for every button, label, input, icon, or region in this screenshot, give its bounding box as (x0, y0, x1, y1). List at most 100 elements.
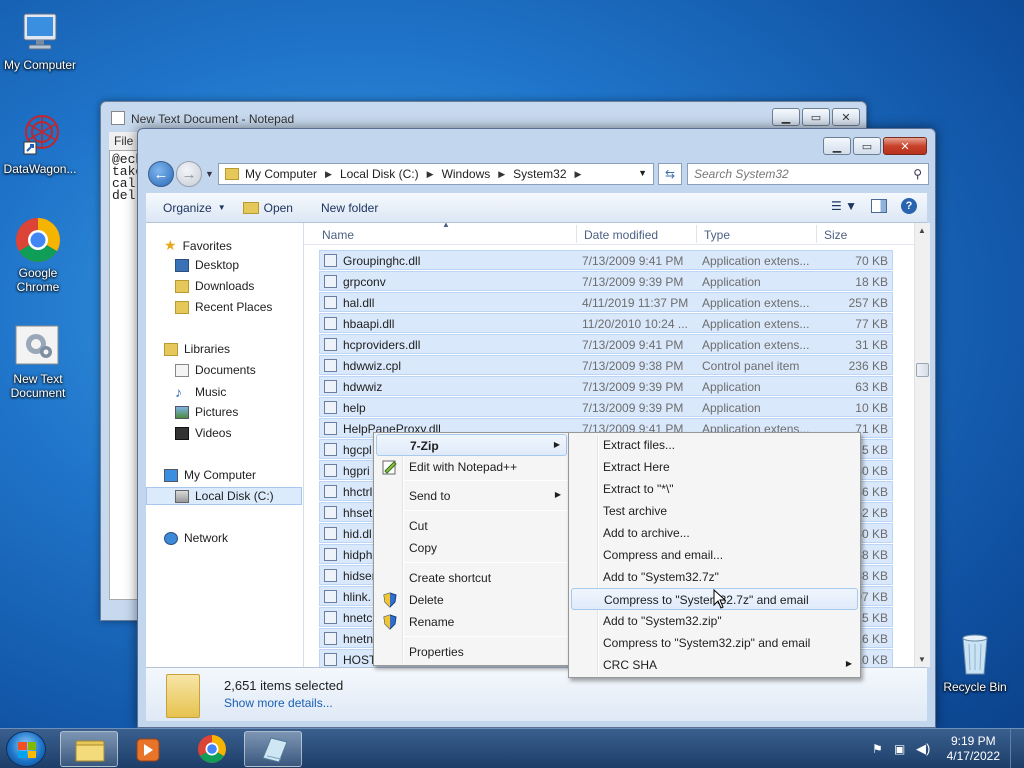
chevron-right-icon[interactable]: ▶ (427, 169, 434, 180)
file-icon (324, 506, 337, 519)
nav-downloads[interactable]: Downloads (175, 279, 254, 293)
table-row[interactable]: hdwwiz 7/13/2009 9:39 PM Application 63 KB (319, 376, 893, 396)
taskbar-chrome-button[interactable] (183, 731, 241, 767)
submenu-item-extract-here[interactable]: Extract Here (571, 456, 858, 478)
submenu-item-add-to-zip[interactable]: Add to "System32.zip" (571, 610, 858, 632)
submenu-item-compress-zip-email[interactable]: Compress to "System32.zip" and email (571, 632, 858, 654)
new-folder-button[interactable]: New folder (321, 201, 378, 215)
preview-pane-icon[interactable] (871, 199, 887, 213)
breadcrumb-item[interactable]: My Computer (245, 167, 317, 181)
chevron-right-icon[interactable]: ▶ (325, 169, 332, 180)
menu-item-cut[interactable]: Cut (376, 515, 567, 537)
address-bar[interactable]: My Computer ▶ Local Disk (C:) ▶ Windows ▶ S… (218, 163, 654, 185)
notepad-maximize-button[interactable]: ▭ (802, 108, 830, 126)
search-icon[interactable]: ⚲ (913, 167, 922, 181)
nav-recent-places[interactable]: Recent Places (175, 300, 272, 314)
breadcrumb-item[interactable]: System32 (513, 167, 566, 181)
column-divider[interactable] (576, 225, 577, 243)
clock[interactable]: 9:19 PM 4/17/2022 (947, 734, 1000, 764)
view-options-icon[interactable]: ☰ ▼ (831, 199, 857, 213)
recent-pages-dropdown-icon[interactable]: ▼ (205, 169, 214, 179)
explorer-close-button[interactable]: ✕ (883, 137, 927, 155)
nav-documents[interactable]: Documents (175, 363, 256, 377)
nav-music[interactable]: ♪ Music (175, 384, 226, 400)
back-button[interactable]: ← (148, 161, 174, 187)
scroll-thumb[interactable] (916, 363, 929, 377)
submenu-item-test-archive[interactable]: Test archive (571, 500, 858, 522)
taskbar-explorer-button[interactable] (60, 731, 118, 767)
menu-item-copy[interactable]: Copy (376, 537, 567, 559)
help-icon[interactable]: ? (901, 198, 917, 214)
chevron-right-icon[interactable]: ▶ (498, 169, 505, 180)
search-input[interactable]: Search System32 ⚲ (687, 163, 929, 185)
nav-favorites[interactable]: ★ Favorites (164, 237, 232, 254)
menu-item-properties[interactable]: Properties (376, 641, 567, 663)
submenu-item-compress-and-email[interactable]: Compress and email... (571, 544, 858, 566)
action-center-icon[interactable]: ⚑ (872, 742, 883, 756)
scroll-down-icon[interactable]: ▼ (918, 655, 926, 664)
taskbar-media-player-button[interactable] (120, 731, 178, 767)
column-divider[interactable] (696, 225, 697, 243)
nav-desktop[interactable]: Desktop (175, 258, 239, 272)
nav-my-computer[interactable]: My Computer (164, 468, 256, 482)
network-icon[interactable]: ▣ (894, 742, 905, 756)
desktop-icon-chrome[interactable]: Google Chrome (0, 216, 78, 294)
scroll-up-icon[interactable]: ▲ (918, 226, 926, 235)
table-row[interactable]: hbaapi.dll 11/20/2010 10:24 ... Applicatio… (319, 313, 893, 333)
menu-item-rename[interactable]: Rename (376, 611, 567, 633)
submenu-item-crc-sha[interactable]: CRC SHA ▶ (571, 654, 858, 676)
submenu-item-add-to-archive[interactable]: Add to archive... (571, 522, 858, 544)
refresh-button[interactable]: ⇆ (658, 163, 682, 185)
nav-local-disk[interactable]: Local Disk (C:) (146, 487, 302, 505)
nav-pictures[interactable]: Pictures (175, 405, 238, 419)
menu-item-label: Cut (409, 519, 428, 533)
chevron-right-icon[interactable]: ▶ (575, 169, 582, 180)
column-header-type[interactable]: Type (704, 228, 730, 242)
desktop-icon-my-computer[interactable]: My Computer (0, 8, 80, 72)
explorer-minimize-button[interactable]: ▁ (823, 137, 851, 155)
open-button[interactable]: Open (242, 201, 293, 215)
menu-item-send-to[interactable]: Send to ▶ (376, 485, 567, 507)
breadcrumb-item[interactable]: Local Disk (C:) (340, 167, 419, 181)
table-row[interactable]: Groupinghc.dll 7/13/2009 9:41 PM Applicati… (319, 250, 893, 270)
file-icon (324, 401, 337, 414)
submenu-item-extract-files[interactable]: Extract files... (571, 434, 858, 456)
explorer-maximize-button[interactable]: ▭ (853, 137, 881, 155)
system-tray: ⚑ ▣ ◀) 9:19 PM 4/17/2022 (864, 729, 1024, 768)
column-header-name[interactable]: Name (322, 228, 354, 242)
forward-button[interactable]: → (176, 161, 202, 187)
menu-item-edit-with-notepad[interactable]: Edit with Notepad++ (376, 456, 567, 478)
notepad-menu-file[interactable]: File (109, 132, 139, 150)
notepad-text-area[interactable]: @ech take cal: del (109, 150, 139, 600)
submenu-item-add-to-7z[interactable]: Add to "System32.7z" (571, 566, 858, 588)
taskbar-notepad-button[interactable] (244, 731, 302, 767)
vertical-scrollbar[interactable]: ▲ ▼ (914, 223, 930, 667)
menu-item-7zip[interactable]: 7-Zip ▶ (376, 434, 567, 456)
nav-libraries[interactable]: Libraries (164, 342, 230, 356)
notepad-minimize-button[interactable]: ▁ (772, 108, 800, 126)
show-more-details-link[interactable]: Show more details... (224, 696, 333, 710)
table-row[interactable]: hal.dll 4/11/2019 11:37 PM Application ext… (319, 292, 893, 312)
desktop-icon-new-text-document[interactable]: New Text Document (0, 322, 78, 400)
address-dropdown-icon[interactable]: ▼ (638, 168, 647, 178)
start-button[interactable] (6, 731, 46, 767)
organize-button[interactable]: Organize ▼ (163, 201, 226, 215)
column-divider[interactable] (816, 225, 817, 243)
submenu-item-extract-to[interactable]: Extract to "*\" (571, 478, 858, 500)
table-row[interactable]: hdwwiz.cpl 7/13/2009 9:38 PM Control panel… (319, 355, 893, 375)
column-header-size[interactable]: Size (824, 228, 847, 242)
desktop-icon-datawagon[interactable]: DataWagon... (0, 112, 80, 176)
column-header-date[interactable]: Date modified (584, 228, 658, 242)
notepad-close-button[interactable]: ✕ (832, 108, 860, 126)
nav-network[interactable]: Network (164, 531, 228, 545)
table-row[interactable]: help 7/13/2009 9:39 PM Application 10 KB (319, 397, 893, 417)
show-desktop-button[interactable] (1010, 729, 1024, 768)
volume-icon[interactable]: ◀) (916, 741, 930, 757)
breadcrumb-item[interactable]: Windows (442, 167, 491, 181)
menu-item-create-shortcut[interactable]: Create shortcut (376, 567, 567, 589)
table-row[interactable]: grpconv 7/13/2009 9:39 PM Application 18 KB (319, 271, 893, 291)
desktop-icon-recycle-bin[interactable]: Recycle Bin (935, 630, 1015, 694)
nav-videos[interactable]: Videos (175, 426, 231, 440)
table-row[interactable]: hcproviders.dll 7/13/2009 9:41 PM Applicat… (319, 334, 893, 354)
menu-item-delete[interactable]: Delete (376, 589, 567, 611)
